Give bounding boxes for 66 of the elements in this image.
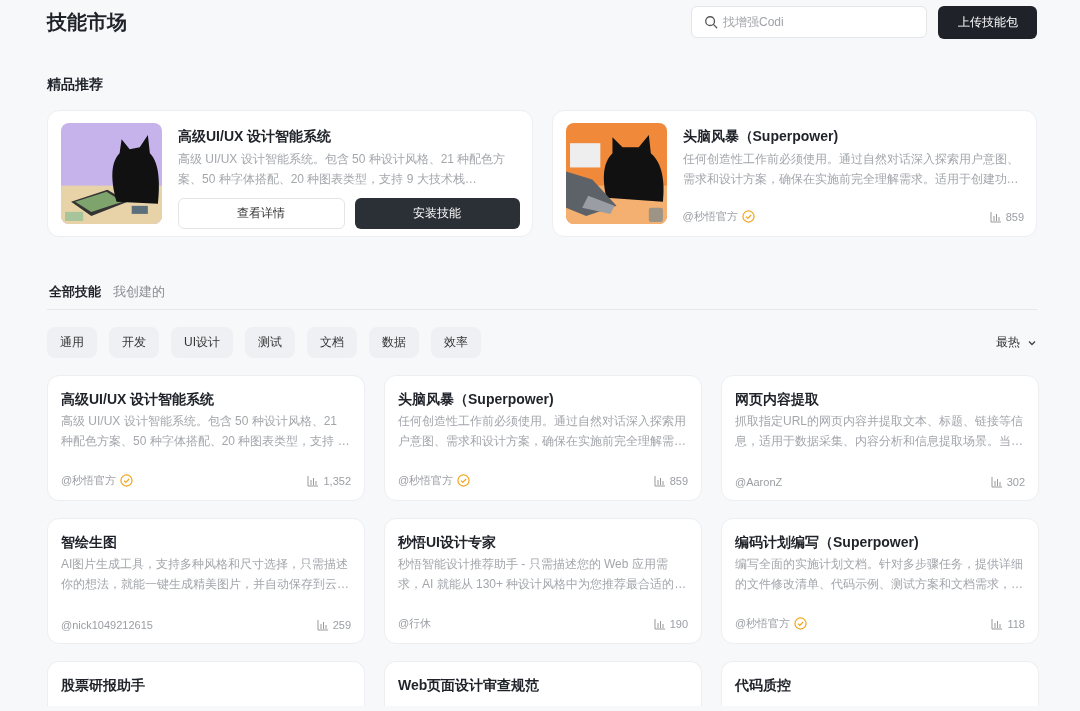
featured-card[interactable]: 高级UI/UX 设计智能系统 高级 UI/UX 设计智能系统。包含 50 种设计风格、21 种配色方案、50 种字体搭配、20 种图表类型，支持 9 大技术栈… 查看详情 安装技能 <box>47 110 533 237</box>
author-name: @秒悟官方 <box>61 473 117 488</box>
usage-count: 259 <box>332 619 351 631</box>
skill-card[interactable]: 头脑风暴（Superpower) 任何创造性工作前必须使用。通过自然对话深入探索用户意图、需求和设计方案，确保在实施前完全理解需… @秒悟官方 859 <box>384 375 702 501</box>
bar-chart-icon <box>991 617 1004 630</box>
usage-count: 302 <box>1006 476 1025 488</box>
usage-count: 118 <box>1007 617 1025 630</box>
category-chip[interactable]: 数据 <box>369 327 419 358</box>
skill-card[interactable]: Web页面设计审查规范 <box>384 661 702 706</box>
usage-count: 859 <box>669 474 688 487</box>
bar-chart-icon <box>653 474 666 487</box>
skill-title: 头脑风暴（Superpower) <box>682 127 840 146</box>
author-name: @秒悟官方 <box>682 209 738 224</box>
page-title: 技能市场 <box>47 9 127 35</box>
category-chip[interactable]: 开发 <box>109 327 159 358</box>
skill-description: 抓取指定URL的网页内容并提取文本、标题、链接等信息，适用于数据采集、内容分析和信息提取场景。当… <box>735 413 1024 450</box>
search-field[interactable]: 找增强Codi <box>691 6 927 38</box>
skill-title: 智绘生图 <box>61 533 118 552</box>
skill-description: 编写全面的实施计划文档。针对多步骤任务，提供详细的文件修改清单、代码示例、测试方案和文档需求，… <box>735 556 1024 593</box>
author-name: @秒悟官方 <box>398 473 454 488</box>
category-chip[interactable]: 通用 <box>47 327 97 358</box>
skill-card[interactable]: 高级UI/UX 设计智能系统 高级 UI/UX 设计智能系统。包含 50 种设计风格、21 种配色方案、50 种字体搭配、20 种图表类型，支持 … @秒悟官方 1,352 <box>47 375 365 501</box>
skill-card[interactable]: 编码计划编写（Superpower) 编写全面的实施计划文档。针对多步骤任务，提供详细的文件修改清单、代码示例、测试方案和文档需求，… @秒悟官方 118 <box>721 518 1039 644</box>
category-chip[interactable]: UI设计 <box>171 327 233 358</box>
author-name: @秒悟官方 <box>735 616 791 631</box>
sort-dropdown[interactable]: 最热 <box>996 334 1037 351</box>
skill-title: 高级UI/UX 设计智能系统 <box>61 390 216 409</box>
usage-count: 190 <box>669 617 688 630</box>
section-title: 精品推荐 <box>47 76 104 94</box>
bar-chart-icon <box>316 619 329 631</box>
install-button[interactable]: 安装技能 <box>354 198 520 229</box>
skill-title: Web页面设计审查规范 <box>398 676 541 695</box>
author-name: @AaronZ <box>735 476 783 488</box>
skill-title: 头脑风暴（Superpower) <box>398 390 555 409</box>
bar-chart-icon <box>653 617 666 630</box>
skill-description: 高级 UI/UX 设计智能系统。包含 50 种设计风格、21 种配色方案、50 种字体搭配、20 种图表类型，支持 9 大技术栈… <box>178 151 507 188</box>
skill-title: 秒悟UI设计专家 <box>398 533 497 552</box>
skill-description: 高级 UI/UX 设计智能系统。包含 50 种设计风格、21 种配色方案、50 种字体搭配、20 种图表类型，支持 … <box>61 413 351 450</box>
category-chip[interactable]: 测试 <box>245 327 295 358</box>
author-name: @行休 <box>398 616 432 631</box>
author-name: @nick1049212615 <box>61 619 153 631</box>
skill-title: 代码质控 <box>735 676 792 695</box>
usage-count: 859 <box>1005 210 1024 223</box>
skill-title: 编码计划编写（Superpower) <box>735 533 920 552</box>
skill-card[interactable]: 代码质控 <box>721 661 1039 706</box>
skill-description: 任何创造性工作前必须使用。通过自然对话深入探索用户意图、需求和设计方案，确保在实施前完全理解需求。适用于创建功… <box>682 151 1020 188</box>
featured-card[interactable]: 头脑风暴（Superpower) 任何创造性工作前必须使用。通过自然对话深入探索用户意图、需求和设计方案，确保在实施前完全理解需求。适用于创建功… @秒悟官方 859 <box>551 110 1037 237</box>
skill-title: 股票研报助手 <box>61 676 146 695</box>
skill-title: 网页内容提取 <box>735 390 820 409</box>
category-chip[interactable]: 效率 <box>431 327 481 358</box>
details-button[interactable]: 查看详情 <box>178 198 345 229</box>
skill-description: 秒悟智能设计推荐助手 - 只需描述您的 Web 应用需求，AI 就能从 130+ 种设计风格中为您推荐最合适的… <box>398 556 688 593</box>
skill-card[interactable]: 股票研报助手 <box>47 661 365 706</box>
category-chip[interactable]: 文档 <box>307 327 357 358</box>
usage-count: 1,352 <box>323 474 351 487</box>
skill-card[interactable]: 秒悟UI设计专家 秒悟智能设计推荐助手 - 只需描述您的 Web 应用需求，AI 就能从 130+ 种设计风格中为您推荐最合适的… @行休 190 <box>384 518 702 644</box>
skill-card[interactable]: 智绘生图 AI图片生成工具，支持多种风格和尺寸选择，只需描述你的想法，就能一键生成精美图片，并自动保存到云… @nick1049212615 259 <box>47 518 365 644</box>
skill-title: 高级UI/UX 设计智能系统 <box>178 127 333 146</box>
tab[interactable]: 全部技能 <box>47 283 107 301</box>
upload-button[interactable]: 上传技能包 <box>938 5 1037 39</box>
skill-description: AI图片生成工具，支持多种风格和尺寸选择，只需描述你的想法，就能一键生成精美图片，并自动保存到云… <box>61 556 350 593</box>
bar-chart-icon <box>990 476 1003 488</box>
skill-description: 任何创造性工作前必须使用。通过自然对话深入探索用户意图、需求和设计方案，确保在实施前完全理解需… <box>398 413 687 450</box>
bar-chart-icon <box>307 474 320 487</box>
bar-chart-icon <box>989 210 1002 223</box>
skill-card[interactable]: 网页内容提取 抓取指定URL的网页内容并提取文本、标题、链接等信息，适用于数据采集、内容分析和信息提取场景。当… @AaronZ 302 <box>721 375 1039 501</box>
